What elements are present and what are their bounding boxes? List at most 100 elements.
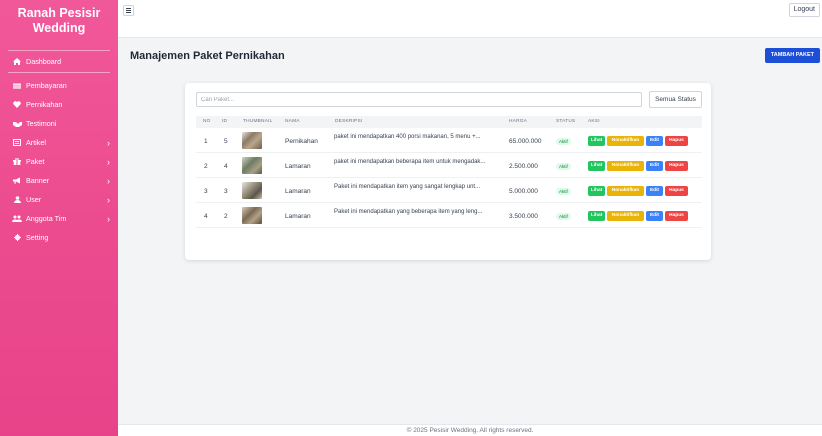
sidebar-item-label: Artikel bbox=[26, 138, 46, 147]
sidebar-item-setting[interactable]: Setting bbox=[0, 228, 118, 247]
sidebar-item-label: User bbox=[26, 195, 42, 204]
user-icon bbox=[12, 196, 22, 203]
sidebar-item-testimoni[interactable]: Testimoni bbox=[0, 114, 118, 133]
sidebar-item-dashboard[interactable]: Dashboard bbox=[0, 51, 118, 72]
status-badge: Aktif bbox=[556, 138, 571, 145]
status-badge: Aktif bbox=[556, 163, 571, 170]
sidebar-item-label: Testimoni bbox=[26, 119, 57, 128]
package-thumbnail-image[interactable] bbox=[242, 132, 262, 149]
hamburger-menu-icon[interactable] bbox=[123, 5, 134, 16]
deactivate-button[interactable]: Nonaktifkan bbox=[607, 186, 644, 196]
row-harga: 3.500.000 bbox=[509, 213, 538, 220]
edit-button[interactable]: Edit bbox=[646, 161, 663, 171]
sidebar-item-pernikahan[interactable]: Pernikahan bbox=[0, 95, 118, 114]
sidebar-item-artikel[interactable]: Artikel › bbox=[0, 133, 118, 152]
edit-button[interactable]: Edit bbox=[646, 211, 663, 221]
sidebar-item-label: Anggota Tim bbox=[26, 214, 67, 223]
brand-line-2: Wedding bbox=[32, 21, 86, 35]
status-badge: Aktif bbox=[556, 188, 571, 195]
page-title: Manajemen Paket Pernikahan bbox=[130, 50, 285, 62]
add-package-button[interactable]: TAMBAH PAKET bbox=[764, 48, 820, 63]
handshake-icon bbox=[12, 121, 22, 127]
row-no: 3 bbox=[204, 188, 208, 195]
sidebar-item-label: Dashboard bbox=[26, 57, 62, 66]
row-harga: 2.500.000 bbox=[509, 163, 538, 170]
row-no: 2 bbox=[204, 163, 208, 170]
users-icon bbox=[12, 215, 22, 222]
view-button[interactable]: Lihat bbox=[588, 186, 605, 196]
row-no: 4 bbox=[204, 213, 208, 220]
edit-button[interactable]: Edit bbox=[646, 186, 663, 196]
row-id: 2 bbox=[224, 213, 228, 220]
column-header-nama: NAMA bbox=[285, 119, 300, 124]
deactivate-button[interactable]: Nonaktifkan bbox=[607, 211, 644, 221]
column-header-harga: HARGA bbox=[509, 119, 528, 124]
status-badge: Aktif bbox=[556, 213, 571, 220]
delete-button[interactable]: Hapus bbox=[665, 186, 688, 196]
logout-button[interactable]: Logout bbox=[788, 3, 820, 17]
sidebar-item-label: Pembayaran bbox=[26, 81, 67, 90]
view-button[interactable]: Lihat bbox=[588, 136, 605, 146]
row-id: 4 bbox=[224, 163, 228, 170]
chevron-right-icon: › bbox=[107, 156, 110, 167]
column-header-thumbnail: THUMBNAIL bbox=[243, 119, 273, 124]
sidebar-item-label: Pernikahan bbox=[26, 100, 63, 109]
sidebar-item-label: Banner bbox=[26, 176, 50, 185]
column-header-id: ID bbox=[222, 119, 228, 124]
gear-icon bbox=[12, 234, 22, 241]
delete-button[interactable]: Hapus bbox=[665, 161, 688, 171]
view-button[interactable]: Lihat bbox=[588, 211, 605, 221]
sidebar-item-pembayaran[interactable]: Pembayaran bbox=[0, 76, 118, 95]
topbar: Logout bbox=[118, 0, 822, 38]
brand-logo[interactable]: Ranah Pesisir Wedding bbox=[0, 0, 118, 50]
row-id: 3 bbox=[224, 188, 228, 195]
gift-icon bbox=[12, 158, 22, 165]
edit-button[interactable]: Edit bbox=[646, 136, 663, 146]
table-row: 2 4 Lamaran paket ini mendapatkan bebera… bbox=[196, 154, 702, 178]
column-header-deskripsi: DESKRIPSI bbox=[335, 119, 363, 124]
package-thumbnail-image[interactable] bbox=[242, 182, 262, 199]
column-header-status: STATUS bbox=[556, 119, 576, 124]
chevron-right-icon: › bbox=[107, 175, 110, 186]
sidebar: Ranah Pesisir Wedding Dashboard Pembayar… bbox=[0, 0, 118, 436]
sidebar-item-label: Setting bbox=[26, 233, 49, 242]
heart-icon bbox=[12, 101, 22, 108]
delete-button[interactable]: Hapus bbox=[665, 136, 688, 146]
package-thumbnail-image[interactable] bbox=[242, 207, 262, 224]
column-header-no: NO bbox=[203, 119, 211, 124]
sidebar-item-user[interactable]: User › bbox=[0, 190, 118, 209]
footer-copyright: © 2025 Pesisir Wedding. All rights reser… bbox=[406, 427, 534, 434]
row-nama: Lamaran bbox=[285, 213, 311, 220]
package-thumbnail-image[interactable] bbox=[242, 157, 262, 174]
money-icon bbox=[12, 83, 22, 89]
row-deskripsi: paket ini mendapatkan 400 porsi makanan,… bbox=[334, 134, 481, 140]
status-filter-select[interactable]: Semua Status bbox=[649, 91, 702, 108]
chevron-right-icon: › bbox=[107, 213, 110, 224]
view-button[interactable]: Lihat bbox=[588, 161, 605, 171]
sidebar-item-anggota-tim[interactable]: Anggota Tim › bbox=[0, 209, 118, 228]
row-no: 1 bbox=[204, 138, 208, 145]
sidebar-item-label: Paket bbox=[26, 157, 45, 166]
chevron-right-icon: › bbox=[107, 194, 110, 205]
home-icon bbox=[12, 58, 22, 65]
row-harga: 5.000.000 bbox=[509, 188, 538, 195]
column-header-aksi: AKSI bbox=[588, 119, 600, 124]
chevron-right-icon: › bbox=[107, 137, 110, 148]
table-row: 3 3 Lamaran Paket ini mendapatkan item y… bbox=[196, 179, 702, 203]
brand-line-1: Ranah Pesisir bbox=[17, 6, 101, 20]
row-nama: Lamaran bbox=[285, 188, 311, 195]
deactivate-button[interactable]: Nonaktifkan bbox=[607, 161, 644, 171]
row-deskripsi: Paket ini mendapatkan yang beberapa item… bbox=[334, 209, 483, 215]
deactivate-button[interactable]: Nonaktifkan bbox=[607, 136, 644, 146]
sidebar-item-banner[interactable]: Banner › bbox=[0, 171, 118, 190]
sidebar-item-paket[interactable]: Paket › bbox=[0, 152, 118, 171]
footer: © 2025 Pesisir Wedding. All rights reser… bbox=[118, 424, 822, 436]
table-row: 4 2 Lamaran Paket ini mendapatkan yang b… bbox=[196, 204, 702, 228]
search-input[interactable] bbox=[196, 92, 642, 107]
newspaper-icon bbox=[12, 139, 22, 146]
row-deskripsi: paket ini mendapatkan beberapa item untu… bbox=[334, 159, 486, 165]
table-row: 1 5 Pernikahan paket ini mendapatkan 400… bbox=[196, 129, 702, 153]
row-id: 5 bbox=[224, 138, 228, 145]
package-table-card: Semua Status NO ID THUMBNAIL NAMA DESKRI… bbox=[185, 83, 711, 260]
delete-button[interactable]: Hapus bbox=[665, 211, 688, 221]
